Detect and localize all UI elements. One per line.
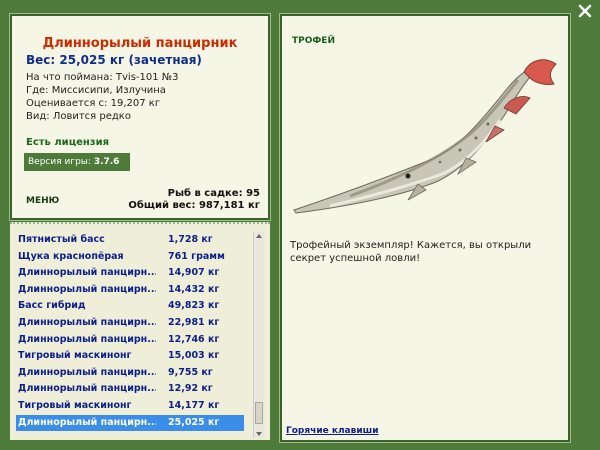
close-icon[interactable] bbox=[578, 4, 592, 18]
version-value: 3.7.6 bbox=[93, 157, 120, 167]
catch-fish-weight: 14,177 кг bbox=[168, 400, 220, 411]
catch-list: Пятнистый басс 1,728 кг Щука краснопёрая 76… bbox=[10, 222, 270, 440]
catch-fish-weight: 761 грамм bbox=[168, 250, 225, 262]
gar-fish-image bbox=[293, 59, 557, 214]
catch-list-row[interactable]: Длиннорылый панцирн... 12,746 кг bbox=[16, 332, 244, 348]
catch-fish-weight: 12,746 кг bbox=[168, 333, 220, 345]
catch-fish-weight: 25,025 кг bbox=[168, 416, 220, 428]
fish-info-panel: Длиннорылый панцирник Вес: 25,025 кг (за… bbox=[9, 13, 271, 221]
catch-list-scrollbar[interactable] bbox=[253, 232, 264, 438]
catch-fish-name: Длиннорылый панцирн... bbox=[18, 366, 156, 378]
catch-list-row[interactable]: Тигровый маскинонг 15,003 кг bbox=[16, 348, 244, 364]
game-version: Версия игры: 3.7.6 bbox=[24, 153, 130, 171]
catch-fish-weight: 49,823 кг bbox=[168, 300, 220, 312]
catch-fish-name: Длиннорылый панцирн... bbox=[18, 283, 156, 295]
catch-list-row[interactable]: Тигровый маскинонг 14,177 кг bbox=[16, 398, 244, 414]
catch-fish-weight: 9,755 кг bbox=[168, 366, 213, 378]
scroll-up-icon[interactable] bbox=[254, 232, 264, 240]
catch-fish-name: Пятнистый басс bbox=[18, 234, 105, 245]
fish-place: Где: Миссисипи, Излучина bbox=[26, 85, 166, 96]
menu-button[interactable]: МЕНЮ bbox=[26, 196, 59, 206]
hotkeys-link[interactable]: Горячие клавиши bbox=[286, 426, 379, 436]
catch-fish-weight: 1,728 кг bbox=[168, 234, 213, 245]
catch-fish-weight: 12,92 кг bbox=[168, 383, 213, 395]
catch-fish-name: Длиннорылый панцирн... bbox=[18, 333, 156, 345]
catch-list-row[interactable]: Длиннорылый панцирн... 12,92 кг bbox=[16, 381, 244, 397]
catch-fish-name: Тигровый маскинонг bbox=[18, 350, 132, 362]
fish-weight: Вес: 25,025 кг (зачетная) bbox=[26, 53, 202, 67]
catch-list-row[interactable]: Длиннорылый панцирн... 25,025 кг bbox=[16, 414, 244, 431]
catch-list-row[interactable]: Длиннорылый панцирн... 22,981 кг bbox=[16, 315, 244, 331]
fish-value: Оценивается с: 19,207 кг bbox=[26, 98, 161, 109]
trophy-panel: ТРОФЕЙ Трофейный экземпляр! Кажется, вы … bbox=[279, 13, 571, 443]
version-label: Версия игры: bbox=[28, 157, 91, 167]
cage-count: Рыб в садке: 95 bbox=[167, 188, 260, 199]
catch-fish-name: Длиннорылый панцирн... bbox=[18, 267, 156, 279]
cage-total-weight: Общий вес: 987,181 кг bbox=[128, 200, 260, 211]
catch-list-row[interactable]: Пятнистый басс 1,728 кг bbox=[16, 232, 244, 248]
trophy-label: ТРОФЕЙ bbox=[292, 36, 335, 46]
catch-list-row[interactable]: Длиннорылый панцирн... 14,907 кг bbox=[16, 265, 244, 281]
catch-list-row[interactable]: Басс гибрид 49,823 кг bbox=[16, 298, 244, 314]
license-status: Есть лицензия bbox=[26, 137, 110, 148]
game-window: Длиннорылый панцирник Вес: 25,025 кг (за… bbox=[0, 0, 600, 450]
catch-list-row[interactable]: Длиннорылый панцирн... 9,755 кг bbox=[16, 365, 244, 381]
scroll-down-icon[interactable] bbox=[254, 430, 264, 438]
fish-title: Длиннорылый панцирник bbox=[42, 36, 238, 51]
catch-fish-weight: 14,432 кг bbox=[168, 283, 220, 295]
catch-list-row[interactable]: Длиннорылый панцирн... 14,432 кг bbox=[16, 282, 244, 298]
catch-fish-weight: 15,003 кг bbox=[168, 350, 220, 362]
catch-fish-name: Длиннорылый панцирн... bbox=[18, 383, 156, 395]
catch-fish-name: Длиннорылый панцирн... bbox=[18, 317, 156, 328]
catch-fish-name: Басс гибрид bbox=[18, 300, 86, 312]
catch-fish-name: Длиннорылый панцирн... bbox=[18, 416, 156, 428]
fish-kind: Вид: Ловится редко bbox=[26, 111, 131, 122]
scroll-thumb[interactable] bbox=[255, 402, 263, 424]
fish-bait: На что поймана: Tvis-101 №3 bbox=[26, 72, 179, 83]
catch-fish-weight: 14,907 кг bbox=[168, 267, 220, 279]
trophy-message: Трофейный экземпляр! Кажется, вы открыли… bbox=[290, 240, 532, 264]
catch-fish-name: Щука краснопёрая bbox=[18, 250, 124, 262]
catch-fish-name: Тигровый маскинонг bbox=[18, 400, 132, 411]
catch-list-row[interactable]: Щука краснопёрая 761 грамм bbox=[16, 249, 244, 265]
catch-fish-weight: 22,981 кг bbox=[168, 317, 220, 328]
